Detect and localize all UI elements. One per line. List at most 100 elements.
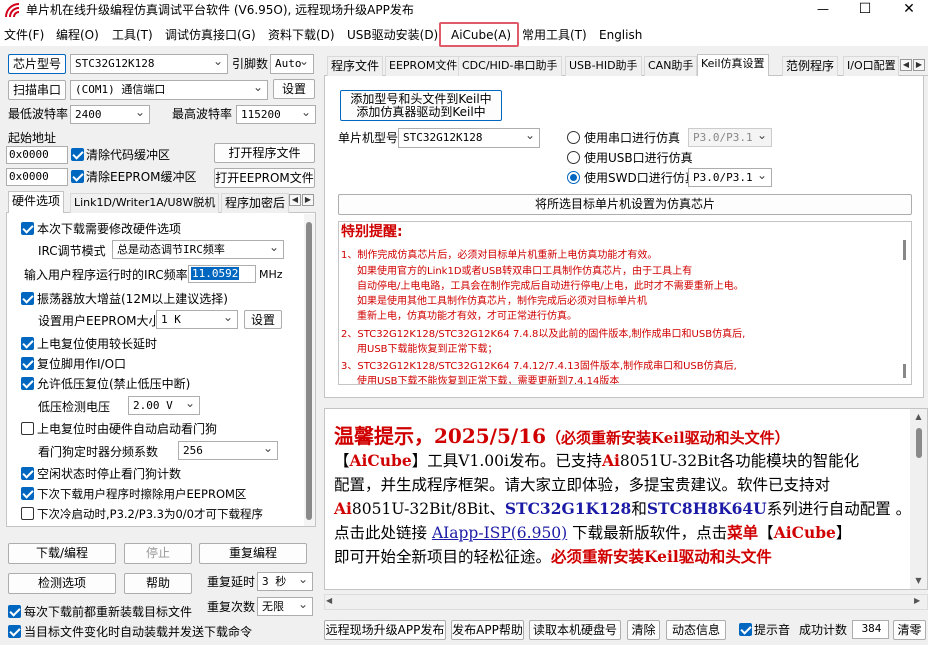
notice-line-6: 2、STC32G12K128/STC32G12K64 7.4.8以及此前的固件版… bbox=[341, 329, 746, 340]
right-tab-scroll-left-icon[interactable]: ◀ bbox=[900, 59, 912, 71]
reload-each-label: 每次下载前都重新装载目标文件 bbox=[24, 605, 193, 619]
hscroll-left-icon[interactable]: ◀ bbox=[326, 596, 332, 605]
irc-mode-select[interactable]: 总是动态调节IRC频率 bbox=[112, 240, 284, 259]
eeprom-size-select[interactable]: 1 K bbox=[156, 310, 238, 329]
l2-text-2: 8051U-32Bit各功能模块的智能化 bbox=[619, 452, 860, 470]
cold-boot-checkbox[interactable] bbox=[21, 507, 34, 520]
low-voltage-reset-checkbox[interactable] bbox=[21, 377, 34, 390]
notice-scrollbar-thumb-2[interactable] bbox=[903, 364, 906, 378]
announcement-hscrollbar[interactable] bbox=[324, 594, 928, 610]
long-reset-delay-checkbox[interactable] bbox=[21, 337, 34, 350]
l4-ai: Ai bbox=[334, 499, 352, 518]
serial-port-pins-select[interactable]: P3.0/P3.1 bbox=[688, 128, 772, 147]
beep-checkbox[interactable] bbox=[739, 623, 752, 636]
tab-usb-hid[interactable]: USB-HID助手 bbox=[565, 56, 642, 76]
reset-count-button[interactable]: 清零 bbox=[893, 620, 926, 640]
eeprom-start-address-input[interactable]: 0x0000 bbox=[6, 168, 68, 186]
close-icon[interactable]: ✕ bbox=[896, 0, 922, 20]
minimize-icon[interactable]: — bbox=[810, 0, 836, 20]
announcement-scroll-up-icon[interactable]: ▲ bbox=[910, 412, 927, 424]
tab-program-file[interactable]: 程序文件 bbox=[327, 56, 384, 76]
chip-model-button[interactable]: 芯片型号 bbox=[8, 54, 66, 74]
menu-english[interactable]: English bbox=[599, 25, 642, 45]
menu-common-tools[interactable]: 常用工具(T) bbox=[522, 25, 587, 45]
swd-port-pins-select[interactable]: P3.0/P3.1 bbox=[688, 168, 772, 187]
reset-pin-io-checkbox[interactable] bbox=[21, 357, 34, 370]
code-start-address-input[interactable]: 0x0000 bbox=[6, 146, 68, 164]
eeprom-size-set-button[interactable]: 设置 bbox=[244, 310, 282, 329]
menu-usb-driver[interactable]: USB驱动安装(D) bbox=[347, 25, 438, 45]
menu-file[interactable]: 文件(F) bbox=[4, 25, 44, 45]
scan-port-button[interactable]: 扫描串口 bbox=[8, 80, 66, 100]
osc-gain-checkbox[interactable] bbox=[21, 292, 34, 305]
clear-log-button[interactable]: 清除 bbox=[627, 620, 660, 640]
tab-program-encryption[interactable]: 程序加密后 bbox=[221, 193, 289, 213]
menu-aicube[interactable]: AiCube(A) bbox=[451, 25, 511, 45]
chip-model-select[interactable]: STC32G12K128 bbox=[70, 54, 228, 74]
publish-help-button[interactable]: 发布APP帮助 bbox=[451, 620, 524, 640]
notice-scrollbar-thumb[interactable] bbox=[903, 240, 906, 260]
reload-each-checkbox[interactable] bbox=[8, 605, 21, 618]
dynamic-info-button[interactable]: 动态信息 bbox=[666, 620, 726, 640]
tab-link1d-offline[interactable]: Link1D/Writer1A/U8W脱机 bbox=[70, 193, 220, 213]
open-eeprom-file-button[interactable]: 打开EEPROM文件 bbox=[214, 168, 315, 188]
radio-usb-emulation[interactable] bbox=[567, 151, 580, 164]
l2-text-1: 工具V1.00i发布。已支持 bbox=[427, 452, 602, 470]
open-program-file-button[interactable]: 打开程序文件 bbox=[214, 143, 315, 163]
l5-menu: 菜单 bbox=[727, 523, 759, 542]
repeat-delay-select[interactable]: 3 秒 bbox=[257, 572, 313, 591]
pin-count-select[interactable]: Auto bbox=[270, 54, 314, 74]
max-baud-select[interactable]: 115200 bbox=[236, 105, 316, 124]
wdt-on-reset-checkbox[interactable] bbox=[21, 422, 34, 435]
tab-examples[interactable]: 范例程序 bbox=[782, 56, 839, 76]
menu-debug-interface[interactable]: 调试仿真接口(G) bbox=[165, 25, 256, 45]
download-program-button[interactable]: 下载/编程 bbox=[8, 543, 116, 564]
radio-serial-emulation[interactable] bbox=[567, 131, 580, 144]
right-tab-scroll-right-icon[interactable]: ▶ bbox=[913, 59, 925, 71]
add-model-keil-button[interactable]: 添加型号和头文件到Keil中 添加仿真器驱动到Keil中 bbox=[340, 90, 502, 121]
announcement-scroll-down-icon[interactable]: ▼ bbox=[910, 576, 927, 588]
radio-swd-emulation[interactable] bbox=[567, 171, 580, 184]
tab-hardware-options[interactable]: 硬件选项 bbox=[8, 191, 65, 213]
irc-freq-input[interactable]: 11.0592 bbox=[188, 265, 256, 283]
tab-can[interactable]: CAN助手 bbox=[644, 56, 698, 76]
tab-io-config[interactable]: I/O口配置 bbox=[843, 56, 899, 76]
notice-line-7: 用USB下载能恢复到正常下载； bbox=[357, 344, 498, 355]
repeat-count-select[interactable]: 无限 bbox=[257, 597, 313, 616]
clear-code-buffer-checkbox[interactable] bbox=[71, 148, 84, 161]
tab-keil-emulation[interactable]: Keil仿真设置 bbox=[697, 54, 769, 76]
notice-line-3: 自动停电/上电电路，工具会在制作完成后自动进行停电/上电，此时才不需要重新上电。 bbox=[357, 281, 744, 292]
set-emulator-chip-button[interactable]: 将所选目标单片机设置为仿真芯片 bbox=[338, 194, 912, 215]
modify-hw-options-checkbox[interactable] bbox=[21, 222, 34, 235]
tab-cdc-hid-serial[interactable]: CDC/HID-串口助手 bbox=[458, 56, 562, 76]
check-options-button[interactable]: 检测选项 bbox=[8, 573, 116, 594]
announcement-scrollbar-thumb[interactable] bbox=[916, 428, 922, 458]
lv-detect-select[interactable]: 2.00 V bbox=[128, 396, 200, 415]
read-disk-button[interactable]: 读取本机硬盘号 bbox=[529, 620, 621, 640]
menu-downloads[interactable]: 资料下载(D) bbox=[268, 25, 335, 45]
maximize-icon[interactable]: ☐ bbox=[852, 0, 878, 20]
menu-tools[interactable]: 工具(T) bbox=[112, 25, 153, 45]
port-select[interactable]: (COM1) 通信端口 bbox=[70, 80, 268, 100]
stop-button[interactable]: 停止 bbox=[124, 543, 192, 564]
hscroll-right-icon[interactable]: ▶ bbox=[914, 596, 920, 605]
clear-eeprom-buffer-checkbox[interactable] bbox=[71, 170, 84, 183]
tab-scroll-left-icon[interactable]: ◀ bbox=[289, 194, 301, 206]
menu-program[interactable]: 编程(O) bbox=[56, 25, 99, 45]
tab-eeprom-file[interactable]: EEPROM文件 bbox=[385, 56, 462, 76]
eeprom-size-label: 设置用户EEPROM大小 bbox=[38, 314, 161, 328]
remote-upgrade-button[interactable]: 远程现场升级APP发布 bbox=[324, 620, 446, 640]
hw-scrollbar-thumb[interactable] bbox=[306, 222, 312, 520]
idle-stop-wdt-checkbox[interactable] bbox=[21, 467, 34, 480]
help-button[interactable]: 帮助 bbox=[124, 573, 192, 594]
tab-scroll-right-icon[interactable]: ▶ bbox=[302, 194, 314, 206]
port-settings-button[interactable]: 设置 bbox=[273, 79, 315, 99]
aiapp-isp-link[interactable]: AIapp-ISP(6.950) bbox=[432, 524, 567, 542]
erase-eeprom-checkbox[interactable] bbox=[21, 487, 34, 500]
add-model-keil-line2: 添加仿真器驱动到Keil中 bbox=[356, 105, 486, 119]
wdt-prescale-select[interactable]: 256 bbox=[178, 441, 278, 460]
min-baud-select[interactable]: 2400 bbox=[70, 105, 150, 124]
auto-reload-checkbox[interactable] bbox=[8, 625, 21, 638]
reprogram-button[interactable]: 重复编程 bbox=[199, 543, 307, 564]
mcu-model-select[interactable]: STC32G12K128 bbox=[398, 128, 540, 148]
